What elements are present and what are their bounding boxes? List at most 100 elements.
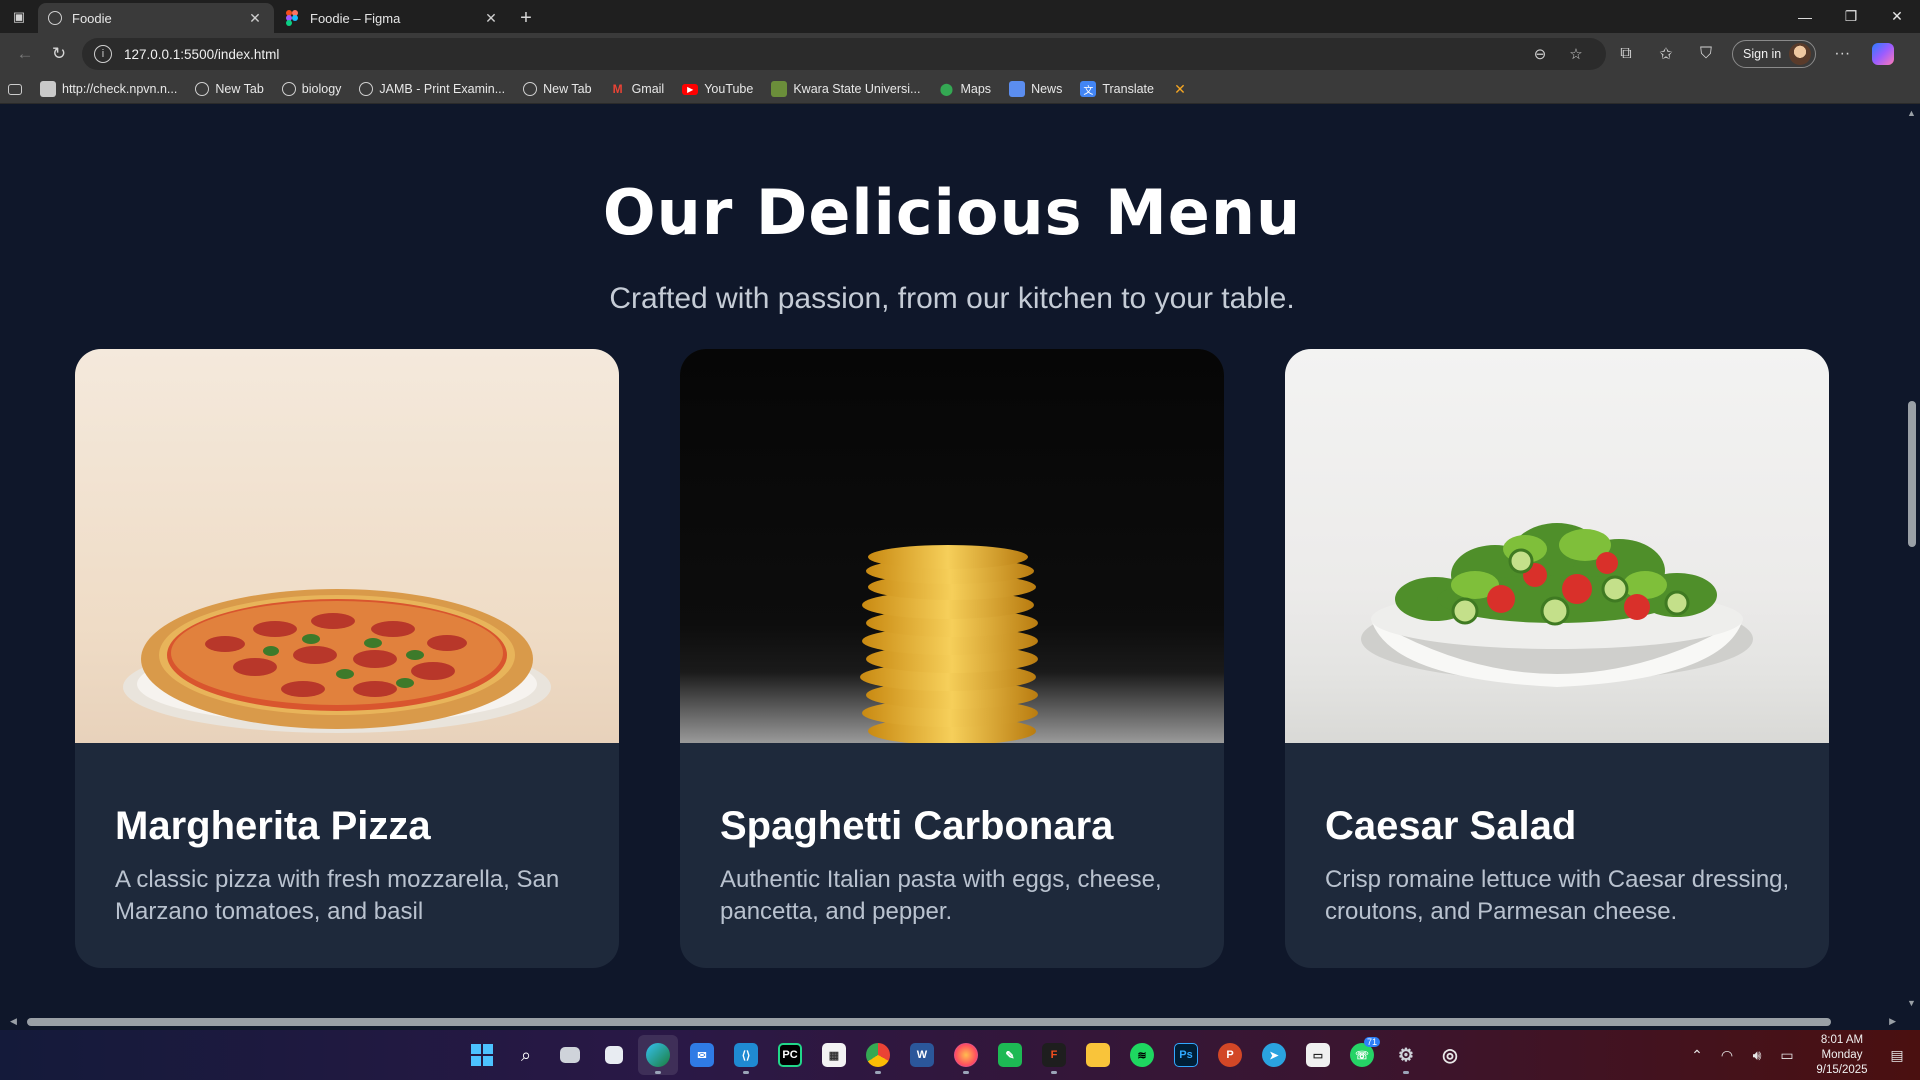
horizontal-scrollbar[interactable]: ◀ ▶ bbox=[0, 1014, 1920, 1030]
task-view-icon[interactable] bbox=[550, 1035, 590, 1075]
bookmark-item[interactable]: ⬤ Maps bbox=[938, 81, 991, 97]
pycharm-icon[interactable]: PC bbox=[770, 1035, 810, 1075]
bookmark-item[interactable]: Kwara State Universi... bbox=[771, 81, 920, 97]
favorite-star-icon[interactable]: ☆ bbox=[1558, 45, 1594, 63]
tab-actions-icon[interactable]: ▣ bbox=[0, 0, 38, 33]
tab-figma[interactable]: Foodie – Figma ✕ bbox=[274, 3, 510, 33]
horizontal-scroll-thumb[interactable] bbox=[27, 1018, 1831, 1026]
scroll-down-icon[interactable]: ▼ bbox=[1907, 998, 1916, 1008]
favorites-icon[interactable]: ✩ bbox=[1646, 37, 1686, 71]
start-icon[interactable] bbox=[462, 1035, 502, 1075]
file-explorer-icon[interactable] bbox=[1078, 1035, 1118, 1075]
bookmark-item[interactable]: JAMB - Print Examin... bbox=[359, 82, 505, 96]
bookmark-item[interactable]: News bbox=[1009, 81, 1062, 97]
bookmark-item[interactable]: http://check.npvn.n... bbox=[40, 81, 177, 97]
running-indicator bbox=[655, 1071, 661, 1074]
clock[interactable]: 8:01 AM Monday 9/15/2025 bbox=[1802, 1033, 1882, 1078]
minimize-icon[interactable]: — bbox=[1782, 0, 1828, 33]
obs-icon[interactable]: ◎ bbox=[1430, 1035, 1470, 1075]
widgets-icon[interactable] bbox=[594, 1035, 634, 1075]
tab-title: Foodie bbox=[72, 10, 112, 26]
salad-image bbox=[1285, 349, 1829, 743]
taskbar-apps: ⌕ ✉ ⟨⟩ PC ▦ W ✎ F ≋ Ps P ➤ ▭ ☏ 71 ⚙ ◎ bbox=[460, 1030, 1472, 1080]
bookmark-label: Kwara State Universi... bbox=[793, 82, 921, 96]
whatsapp-icon[interactable]: ☏ 71 bbox=[1342, 1035, 1382, 1075]
sign-in-button[interactable]: Sign in bbox=[1732, 40, 1817, 68]
scroll-right-icon[interactable]: ▶ bbox=[1889, 1016, 1896, 1027]
bookmark-item[interactable]: ✕ bbox=[1172, 81, 1194, 97]
sign-in-label: Sign in bbox=[1743, 47, 1782, 61]
firefox-icon[interactable] bbox=[946, 1035, 986, 1075]
notifications-icon[interactable]: ▤ bbox=[1882, 1047, 1912, 1064]
bookmark-label: Translate bbox=[1102, 82, 1154, 96]
edge-icon[interactable] bbox=[638, 1035, 678, 1075]
back-arrow-icon[interactable]: ← bbox=[8, 37, 42, 71]
figma-app-icon[interactable]: F bbox=[1034, 1035, 1074, 1075]
extensions-icon[interactable]: ⧉ bbox=[1606, 37, 1646, 71]
clock-time: 8:01 AM bbox=[1820, 1033, 1864, 1046]
search-icon[interactable]: ⌕ bbox=[506, 1035, 546, 1075]
menu-card[interactable]: Spaghetti Carbonara Authentic Italian pa… bbox=[680, 349, 1224, 968]
mail-icon[interactable]: ✉ bbox=[682, 1035, 722, 1075]
store-icon[interactable]: ▦ bbox=[814, 1035, 854, 1075]
running-indicator bbox=[963, 1071, 969, 1074]
globe-icon bbox=[195, 82, 210, 96]
powerpoint-icon[interactable]: P bbox=[1210, 1035, 1250, 1075]
restore-icon[interactable]: ❐ bbox=[1828, 0, 1874, 33]
tab-foodie[interactable]: Foodie ✕ bbox=[38, 3, 274, 33]
menu-card[interactable]: Margherita Pizza A classic pizza with fr… bbox=[75, 349, 619, 968]
whatsapp-badge: 71 bbox=[1363, 1037, 1380, 1047]
show-hidden-icons-icon[interactable]: ⌃ bbox=[1682, 1047, 1712, 1064]
battery-icon[interactable]: ▭ bbox=[1772, 1047, 1802, 1064]
page-subtitle: Crafted with passion, from our kitchen t… bbox=[609, 282, 1295, 315]
close-tab-icon[interactable]: ✕ bbox=[246, 10, 264, 27]
close-tab-icon[interactable]: ✕ bbox=[482, 10, 500, 27]
tab-title: Foodie – Figma bbox=[310, 10, 401, 26]
new-tab-button[interactable]: + bbox=[510, 3, 542, 33]
address-bar[interactable]: i 127.0.0.1:5500/index.html ⊖ ☆ bbox=[82, 38, 1606, 70]
browser-toolbar: ← ↻ i 127.0.0.1:5500/index.html ⊖ ☆ ⧉ ✩ … bbox=[0, 33, 1920, 75]
bookmarks-sidebar-icon[interactable] bbox=[8, 83, 28, 95]
menu-item-description: Authentic Italian pasta with eggs, chees… bbox=[720, 866, 1162, 925]
vertical-scroll-thumb[interactable] bbox=[1908, 401, 1916, 547]
browser-essentials-icon[interactable]: ⛉ bbox=[1686, 37, 1726, 71]
bookmark-item[interactable]: M Gmail bbox=[610, 81, 665, 97]
chrome-icon[interactable] bbox=[858, 1035, 898, 1075]
scroll-up-icon[interactable]: ▲ bbox=[1907, 108, 1916, 118]
pasta-image bbox=[680, 349, 1224, 743]
vscode-icon[interactable]: ⟨⟩ bbox=[726, 1035, 766, 1075]
bookmark-item[interactable]: 文 Translate bbox=[1080, 81, 1154, 97]
copilot-icon[interactable] bbox=[1872, 43, 1895, 65]
telegram-icon[interactable]: ➤ bbox=[1254, 1035, 1294, 1075]
notes-app-icon[interactable]: ✎ bbox=[990, 1035, 1030, 1075]
university-icon bbox=[771, 81, 788, 97]
bookmark-label: New Tab bbox=[215, 82, 264, 96]
bookmarks-bar: http://check.npvn.n... New Tab biology J… bbox=[0, 75, 1920, 104]
terminal-icon[interactable]: ▭ bbox=[1298, 1035, 1338, 1075]
more-menu-icon[interactable]: ··· bbox=[1822, 37, 1862, 71]
globe-icon bbox=[281, 82, 296, 96]
vertical-scrollbar[interactable]: ▲ ▼ bbox=[1904, 104, 1920, 1014]
bookmark-item[interactable]: biology bbox=[281, 82, 341, 96]
volume-icon[interactable]: 🔊︎ bbox=[1742, 1047, 1772, 1064]
photoshop-icon[interactable]: Ps bbox=[1166, 1035, 1206, 1075]
word-icon[interactable]: W bbox=[902, 1035, 942, 1075]
settings-icon[interactable]: ⚙ bbox=[1386, 1035, 1426, 1075]
bookmark-item[interactable]: New Tab bbox=[523, 82, 592, 96]
bookmark-item[interactable]: ▶ YouTube bbox=[682, 82, 753, 96]
scroll-left-icon[interactable]: ◀ bbox=[10, 1016, 17, 1027]
bookmark-label: New Tab bbox=[543, 82, 592, 96]
site-info-icon[interactable]: i bbox=[94, 45, 112, 63]
bookmark-item[interactable]: New Tab bbox=[195, 82, 264, 96]
wifi-icon[interactable]: ◠ bbox=[1712, 1047, 1742, 1064]
read-aloud-icon[interactable]: ⊖ bbox=[1522, 45, 1558, 63]
globe-icon bbox=[359, 82, 374, 96]
close-window-icon[interactable]: ✕ bbox=[1874, 0, 1920, 33]
page-icon bbox=[40, 81, 56, 97]
news-icon bbox=[1009, 81, 1026, 97]
spotify-icon[interactable]: ≋ bbox=[1122, 1035, 1162, 1075]
menu-item-description: Crisp romaine lettuce with Caesar dressi… bbox=[1325, 866, 1790, 925]
reload-icon[interactable]: ↻ bbox=[42, 37, 76, 71]
browser-tab-bar: ▣ Foodie ✕ Foodie – Figma ✕ + — ❐ ✕ bbox=[0, 0, 1920, 33]
menu-card[interactable]: Caesar Salad Crisp romaine lettuce with … bbox=[1285, 349, 1829, 968]
